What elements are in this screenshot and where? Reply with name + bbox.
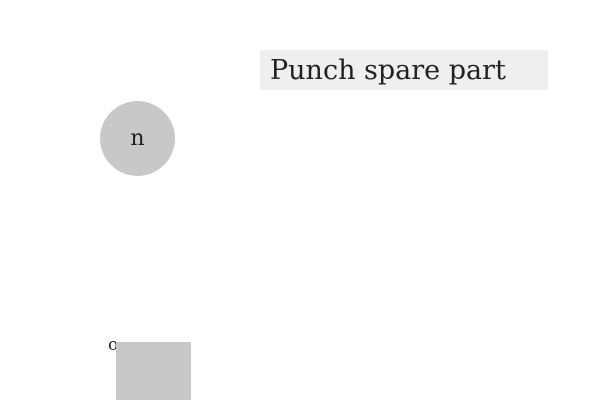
circle-target-n[interactable]: n: [100, 101, 175, 176]
circle-label: n: [130, 126, 145, 151]
square-target-o[interactable]: [116, 342, 191, 400]
task-instruction: Punch spare part: [260, 50, 548, 90]
